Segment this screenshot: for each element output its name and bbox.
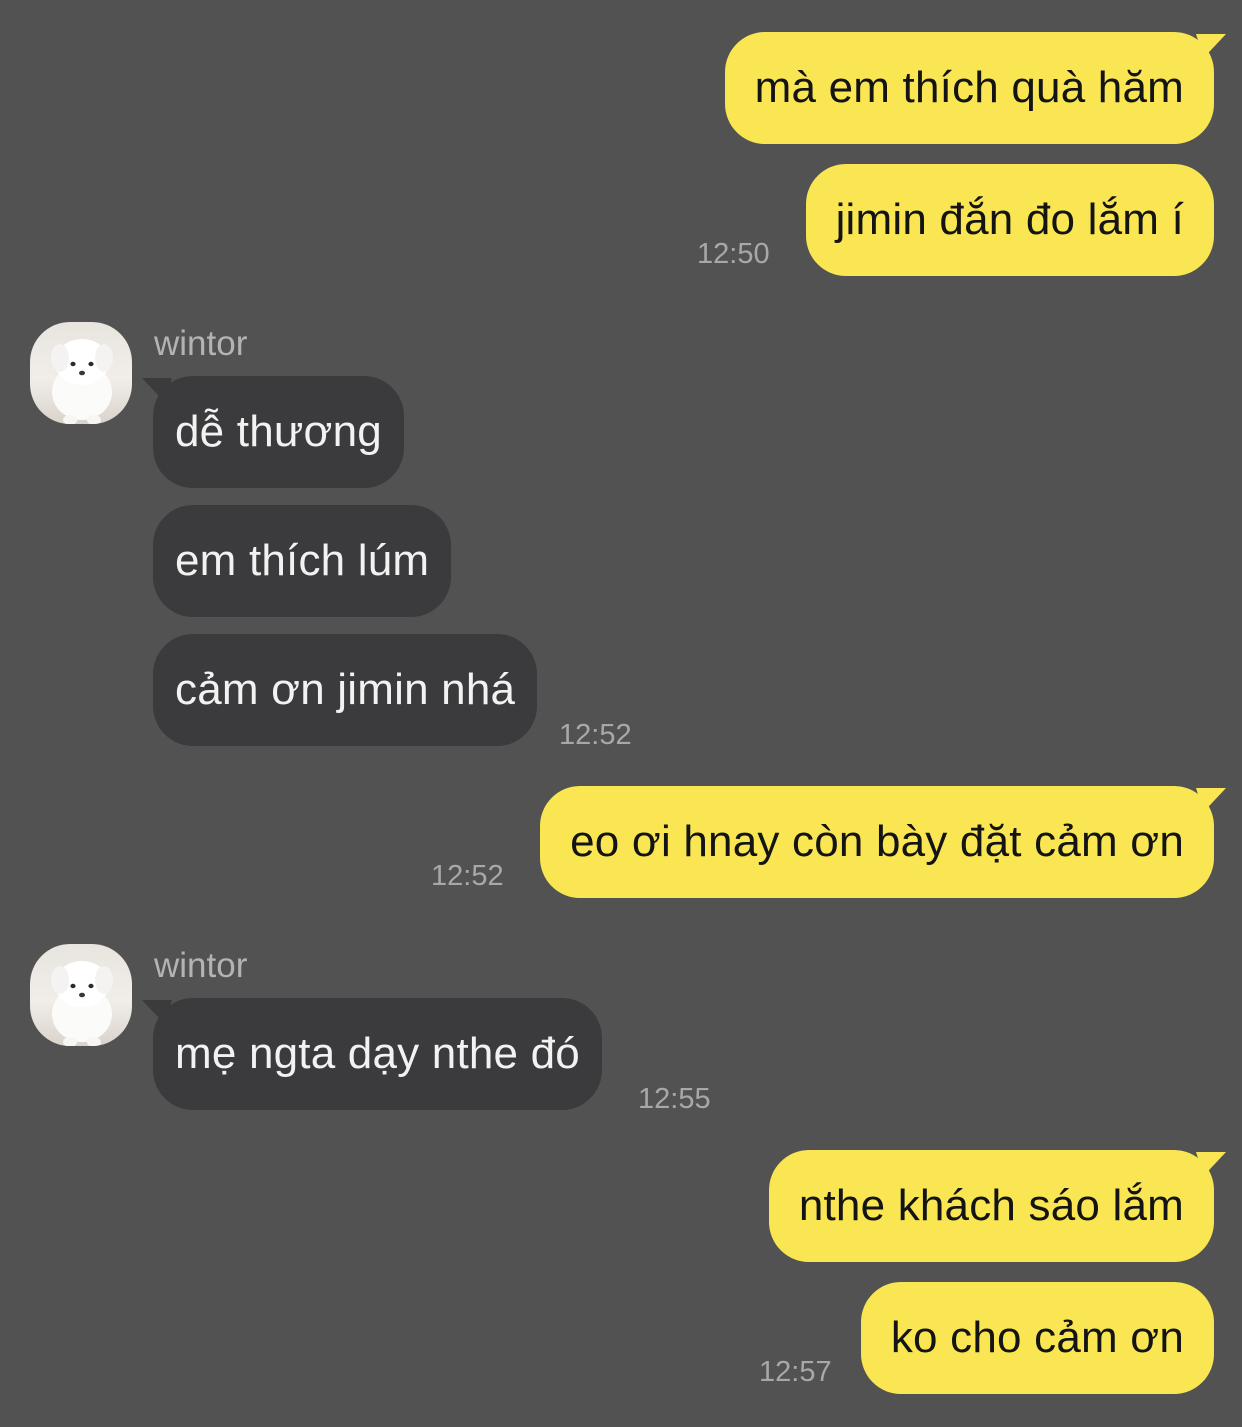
incoming-message-bubble[interactable]: dễ thương	[153, 376, 404, 488]
message-timestamp: 12:52	[559, 719, 632, 751]
message-text: ko cho cảm ơn	[890, 1313, 1184, 1362]
message-text: jimin đắn đo lắm í	[835, 195, 1184, 244]
sender-name: wintor	[154, 324, 248, 363]
message-text: eo ơi hnay còn bày đặt cảm ơn	[570, 817, 1184, 866]
outgoing-message-bubble[interactable]: nthe khách sáo lắm	[768, 1150, 1214, 1262]
message-timestamp: 12:55	[638, 1083, 711, 1115]
white-dog-avatar-icon	[51, 961, 113, 1046]
message-text: dễ thương	[175, 407, 382, 456]
message-text: mà em thích quà hăm	[754, 63, 1184, 112]
incoming-message-bubble[interactable]: mẹ ngta dạy nthe đó	[153, 998, 602, 1110]
message-text: cảm ơn jimin nhá	[175, 665, 516, 714]
sender-name: wintor	[154, 946, 248, 985]
message-text: mẹ ngta dạy nthe đó	[175, 1029, 580, 1078]
chat-thread[interactable]: mà em thích quà hăm jimin đắn đo lắm í 1…	[0, 0, 1242, 1427]
message-timestamp: 12:50	[697, 238, 770, 270]
avatar[interactable]	[30, 944, 132, 1046]
message-text: em thích lúm	[175, 536, 430, 585]
message-timestamp: 12:52	[431, 860, 504, 892]
outgoing-message-bubble[interactable]: mà em thích quà hăm	[724, 32, 1214, 144]
message-timestamp: 12:57	[759, 1356, 832, 1388]
white-dog-avatar-icon	[51, 339, 113, 424]
incoming-message-bubble[interactable]: cảm ơn jimin nhá	[153, 634, 538, 746]
incoming-message-bubble[interactable]: em thích lúm	[153, 505, 452, 617]
outgoing-message-bubble[interactable]: eo ơi hnay còn bày đặt cảm ơn	[540, 786, 1214, 898]
avatar[interactable]	[30, 322, 132, 424]
message-text: nthe khách sáo lắm	[798, 1181, 1184, 1230]
outgoing-message-bubble[interactable]: jimin đắn đo lắm í	[805, 164, 1214, 276]
outgoing-message-bubble[interactable]: ko cho cảm ơn	[860, 1282, 1214, 1394]
